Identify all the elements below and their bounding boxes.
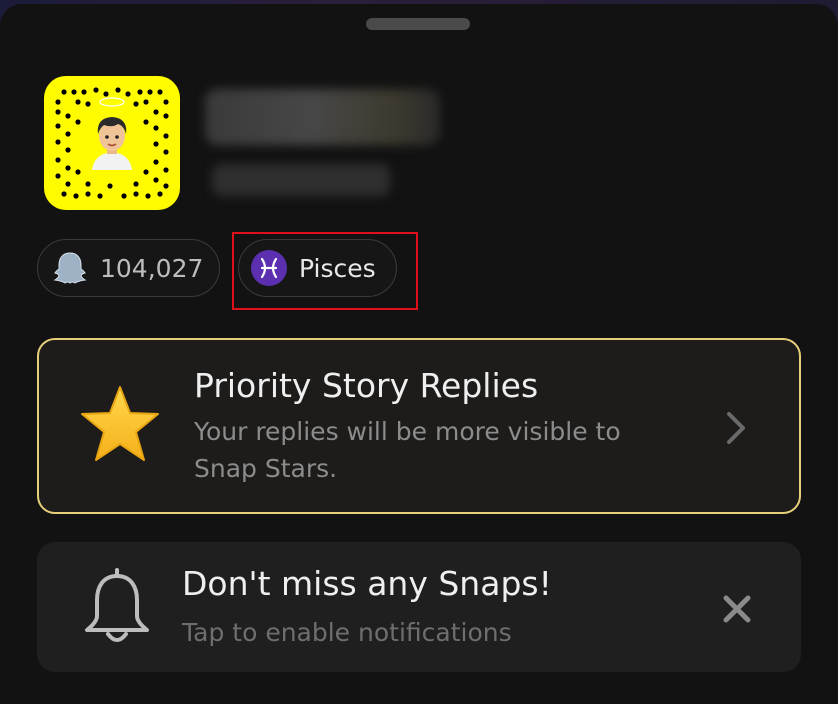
ghost-icon: [53, 252, 87, 284]
bitmoji-avatar: [92, 117, 132, 170]
priority-card-title: Priority Story Replies: [194, 366, 539, 405]
username-blurred: [212, 164, 390, 196]
drag-handle[interactable]: [366, 18, 470, 30]
snapscore-pill[interactable]: 104,027: [37, 239, 220, 297]
close-icon[interactable]: [720, 592, 754, 626]
notify-card-subtitle: Tap to enable notifications: [182, 618, 512, 647]
notifications-card[interactable]: Don't miss any Snaps! Tap to enable noti…: [37, 542, 801, 672]
snapcode[interactable]: [44, 76, 180, 210]
highlight-annotation: [232, 232, 418, 310]
profile-sheet: 104,027 Pisces Priority Story Replies Yo…: [0, 4, 838, 704]
chevron-right-icon[interactable]: [722, 410, 750, 446]
notify-card-title: Don't miss any Snaps!: [182, 564, 552, 603]
priority-card-subtitle: Your replies will be more visible to Sna…: [194, 417, 621, 483]
priority-story-replies-card[interactable]: Priority Story Replies Your replies will…: [37, 338, 801, 514]
star-icon: [81, 386, 159, 461]
snapscore-value: 104,027: [100, 253, 204, 283]
display-name-blurred: [205, 89, 440, 145]
bell-icon: [85, 568, 149, 642]
